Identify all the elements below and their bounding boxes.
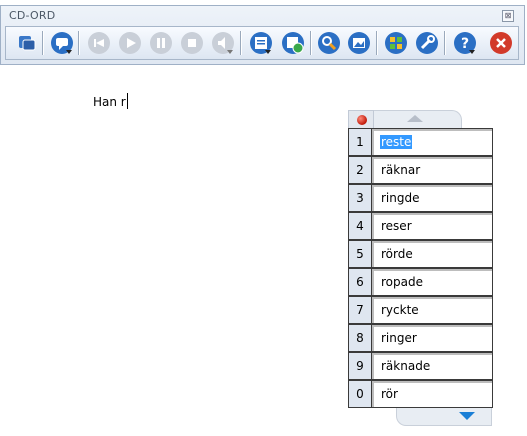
image-icon[interactable] xyxy=(346,30,372,56)
text-caret xyxy=(126,93,128,109)
prediction-word-cell[interactable]: ryckte xyxy=(371,296,493,324)
prediction-word: rörde xyxy=(381,247,413,261)
play-icon[interactable] xyxy=(117,30,143,56)
rewind-icon[interactable] xyxy=(86,30,112,56)
record-icon[interactable] xyxy=(357,115,367,125)
prediction-number: 8 xyxy=(348,324,371,352)
prediction-word: ryckte xyxy=(381,303,419,317)
prediction-item[interactable]: 6 ropade xyxy=(348,268,493,296)
prediction-word-cell[interactable]: reste xyxy=(371,128,493,156)
prediction-number: 7 xyxy=(348,296,371,324)
prediction-item[interactable]: 5 rörde xyxy=(348,240,493,268)
toolbar: ? xyxy=(5,26,519,60)
prediction-header xyxy=(348,110,493,128)
prediction-number: 2 xyxy=(348,156,371,184)
prediction-footer xyxy=(348,408,493,428)
prediction-item[interactable]: 4 reser xyxy=(348,212,493,240)
prediction-number: 5 xyxy=(348,240,371,268)
word-prediction-list: 1 reste 2 räknar 3 ringde 4 reser 5 rörde 6 ropade 7… xyxy=(348,110,493,428)
prediction-word-cell[interactable]: räknade xyxy=(371,352,493,380)
prediction-item[interactable]: 8 ringer xyxy=(348,324,493,352)
document-text[interactable]: Han r xyxy=(93,93,128,109)
selected-prediction-word: reste xyxy=(380,135,413,149)
prediction-word-cell[interactable]: räknar xyxy=(371,156,493,184)
document-text-content: Han r xyxy=(93,95,126,109)
exit-icon[interactable] xyxy=(488,30,514,56)
pause-icon[interactable] xyxy=(148,30,174,56)
help-icon[interactable]: ? xyxy=(452,30,478,56)
svg-text:?: ? xyxy=(461,36,469,52)
search-dictionary-icon[interactable] xyxy=(316,30,342,56)
wordlist-icon[interactable] xyxy=(383,30,409,56)
volume-icon[interactable] xyxy=(210,30,236,56)
prediction-item[interactable]: 7 ryckte xyxy=(348,296,493,324)
prediction-item[interactable]: 0 rör xyxy=(348,380,493,408)
prediction-item[interactable]: 9 räknade xyxy=(348,352,493,380)
prediction-word: räknade xyxy=(381,359,431,373)
prediction-number: 6 xyxy=(348,268,371,296)
tools-icon[interactable] xyxy=(414,30,440,56)
prediction-word-cell[interactable]: reser xyxy=(371,212,493,240)
settings-toggle-icon[interactable] xyxy=(14,30,40,56)
prediction-word: reser xyxy=(381,219,412,233)
web-icon[interactable] xyxy=(280,30,306,56)
prediction-number: 0 xyxy=(348,380,371,408)
prediction-number: 3 xyxy=(348,184,371,212)
prediction-item[interactable]: 1 reste xyxy=(348,128,493,156)
speech-menu-icon[interactable] xyxy=(49,30,75,56)
prediction-word: räknar xyxy=(381,163,421,177)
prediction-rows: 1 reste 2 räknar 3 ringde 4 reser 5 rörde 6 ropade 7… xyxy=(348,128,493,408)
scroll-up-button[interactable] xyxy=(372,110,462,128)
prediction-item[interactable]: 3 ringde xyxy=(348,184,493,212)
close-icon[interactable]: ⊠ xyxy=(502,10,514,22)
prediction-word-cell[interactable]: ringer xyxy=(371,324,493,352)
prediction-word-cell[interactable]: ringde xyxy=(371,184,493,212)
prediction-word-cell[interactable]: ropade xyxy=(371,268,493,296)
stop-icon[interactable] xyxy=(179,30,205,56)
document-menu-icon[interactable] xyxy=(248,30,274,56)
prediction-number: 1 xyxy=(348,128,371,156)
prediction-tab xyxy=(348,110,374,128)
prediction-word-cell[interactable]: rör xyxy=(371,380,493,408)
prediction-word-cell[interactable]: rörde xyxy=(371,240,493,268)
prediction-word: ringde xyxy=(381,191,420,205)
prediction-word: ropade xyxy=(381,275,423,289)
window-title: CD-ORD xyxy=(9,9,56,22)
prediction-number: 4 xyxy=(348,212,371,240)
prediction-word: ringer xyxy=(381,331,417,345)
prediction-word: rör xyxy=(381,387,398,401)
chevron-down-icon xyxy=(459,412,475,420)
chevron-up-icon xyxy=(407,115,423,122)
prediction-item[interactable]: 2 räknar xyxy=(348,156,493,184)
prediction-number: 9 xyxy=(348,352,371,380)
toolbar-window: CD-ORD ⊠ ? xyxy=(0,5,525,65)
scroll-down-button[interactable] xyxy=(396,408,492,426)
